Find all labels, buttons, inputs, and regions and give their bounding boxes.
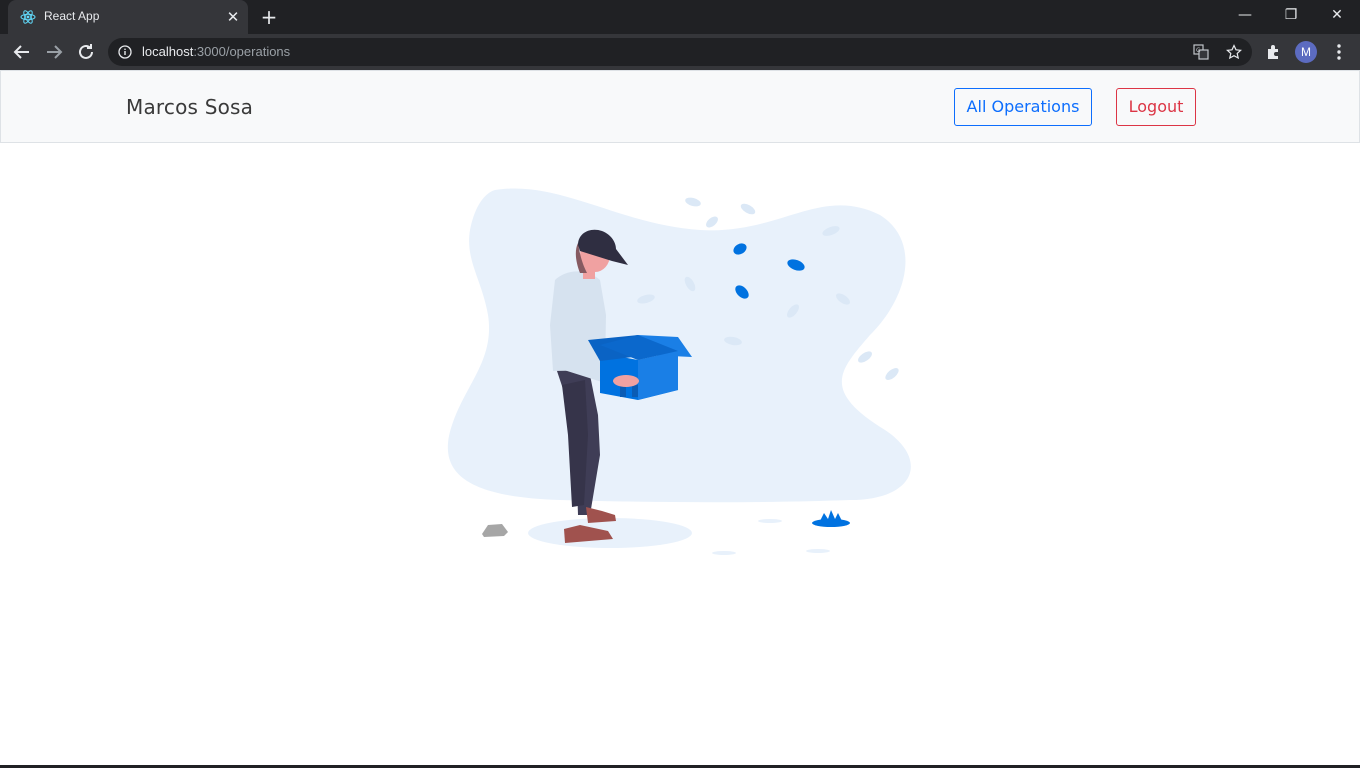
logout-button[interactable]: Logout [1116,88,1196,126]
restore-button[interactable]: ❐ [1268,0,1314,30]
minimize-button[interactable]: — [1222,0,1268,30]
blue-box [588,335,692,400]
extensions-icon[interactable] [1264,42,1284,62]
url-text: localhost:3000/operations [142,44,291,59]
user-name-brand[interactable]: Marcos Sosa [126,95,253,119]
menu-dots-icon[interactable] [1329,42,1349,62]
person-shadow [528,518,692,548]
avatar[interactable]: M [1295,41,1317,63]
close-window-button[interactable]: ✕ [1314,0,1360,30]
svg-text:G: G [1196,47,1201,54]
address-bar[interactable]: localhost:3000/operations G [108,38,1252,66]
app-navbar: Marcos Sosa All Operations Logout [0,70,1360,143]
forward-arrow-icon[interactable] [42,40,66,64]
new-tab-button[interactable]: + [258,6,280,28]
all-operations-button[interactable]: All Operations [954,88,1092,126]
rock [482,524,508,537]
react-icon [20,10,36,24]
info-icon[interactable] [118,45,132,59]
reload-icon[interactable] [74,40,98,64]
tab-title: React App [44,9,100,23]
browser-tabstrip: React App ✕ + — ❐ ✕ [0,0,1360,34]
browser-tab[interactable]: React App ✕ [8,0,248,34]
translate-icon[interactable]: G [1193,44,1209,60]
browser-toolbar: localhost:3000/operations G M [0,34,1360,70]
empty-box-illustration [447,188,911,555]
star-icon[interactable] [1226,44,1242,60]
back-arrow-icon[interactable] [10,40,34,64]
tab-close-icon[interactable]: ✕ [224,8,242,26]
